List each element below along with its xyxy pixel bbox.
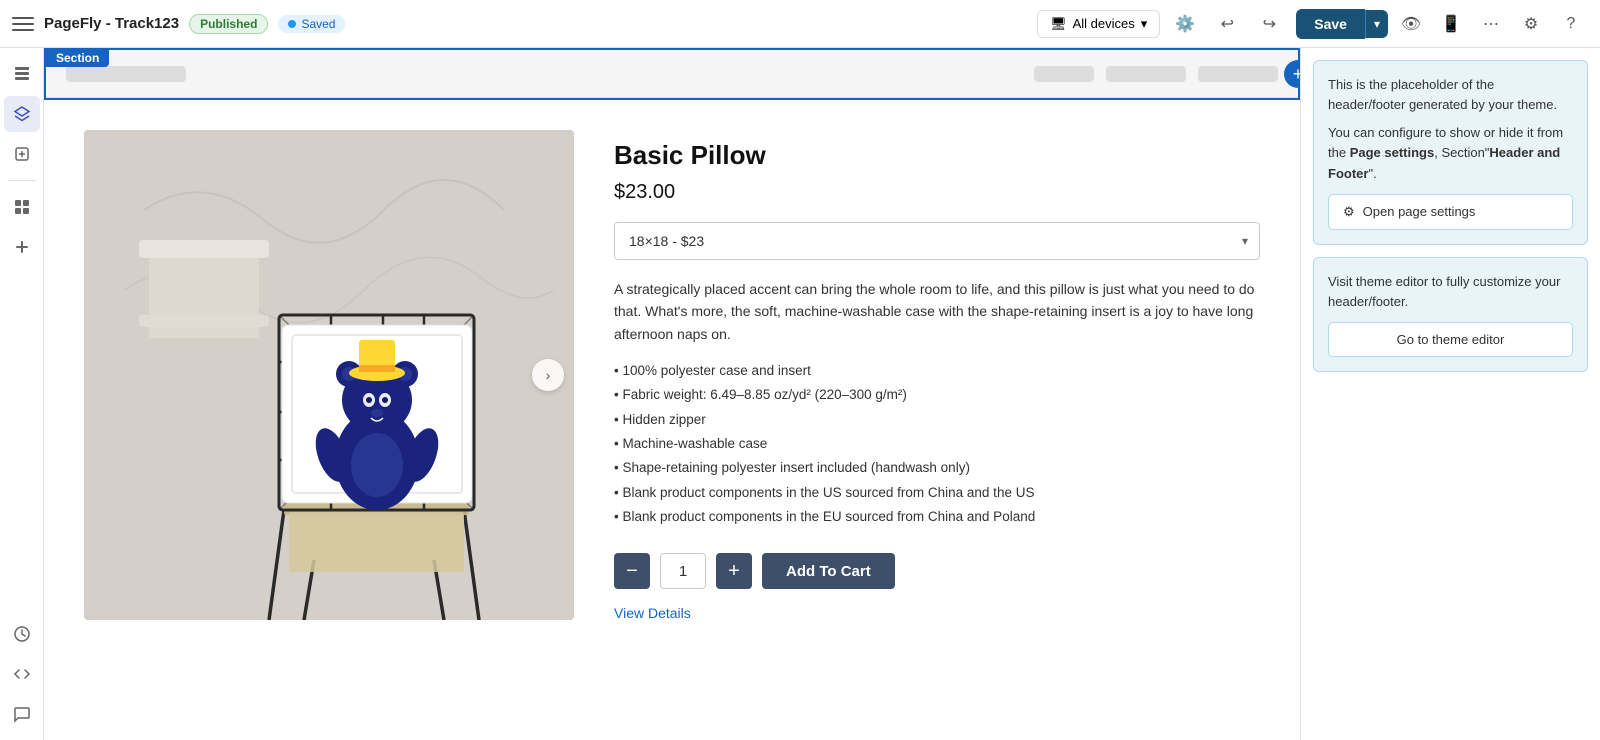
open-page-settings-btn[interactable]: ⚙ Open page settings [1328,194,1573,230]
theme-editor-text: Visit theme editor to fully customize yo… [1328,272,1573,312]
chevron-down-icon: ▾ [1141,16,1148,32]
feature-item: Blank product components in the US sourc… [614,481,1260,505]
header-section: Section + [44,48,1300,100]
feature-item: Blank product components in the EU sourc… [614,505,1260,529]
quantity-cart-row: − + Add To Cart [614,553,1260,589]
product-section: › Basic Pillow $23.00 18×18 - $23 ▾ A st… [44,100,1300,653]
info-card-header-footer: This is the placeholder of the header/fo… [1313,60,1588,245]
menu-icon[interactable] [12,13,34,35]
header-placeholder [46,50,1298,98]
redo-btn[interactable]: ↪ [1252,7,1286,41]
feature-item: Fabric weight: 6.49–8.85 oz/yd² (220–300… [614,383,1260,407]
view-details-link[interactable]: View Details [614,605,691,621]
save-button[interactable]: Save [1296,9,1365,39]
sidebar-divider [8,180,36,181]
quantity-minus-btn[interactable]: − [614,553,650,589]
saved-badge: Saved [278,15,345,33]
sidebar-item-shopify[interactable] [4,136,40,172]
sidebar-item-code[interactable] [4,656,40,692]
quantity-input[interactable] [660,553,706,589]
preview-btn[interactable]: 👁 [1394,7,1428,41]
product-features: 100% polyester case and insertFabric wei… [614,359,1260,529]
nav-left: PageFly - Track123 Published Saved [12,13,1027,35]
info-card-text2: You can configure to show or hide it fro… [1328,123,1573,183]
header-bar-1 [66,66,186,82]
help-btn[interactable]: ? [1554,7,1588,41]
go-to-theme-editor-btn[interactable]: Go to theme editor [1328,322,1573,357]
save-dropdown-arrow[interactable]: ▾ [1365,10,1388,38]
app-settings-btn[interactable]: ⚙ [1514,7,1548,41]
section-label: Section [46,49,109,67]
feature-item: Hidden zipper [614,408,1260,432]
gear-icon: ⚙ [1343,204,1355,220]
product-image [84,130,574,620]
top-navigation: PageFly - Track123 Published Saved 🖥 All… [0,0,1600,48]
sidebar-item-addons[interactable] [4,229,40,265]
app-title: PageFly - Track123 [44,15,179,32]
sidebar-item-pages[interactable] [4,56,40,92]
saved-dot [288,20,296,28]
add-to-cart-btn[interactable]: Add To Cart [762,553,895,589]
feature-item: 100% polyester case and insert [614,359,1260,383]
product-price: $23.00 [614,181,1260,204]
sidebar-item-layers[interactable] [4,96,40,132]
header-bar-3 [1106,66,1186,82]
device-icon: 🖥 [1050,16,1067,32]
product-info: Basic Pillow $23.00 18×18 - $23 ▾ A stra… [614,130,1260,623]
mobile-preview-btn[interactable]: 📱 [1434,7,1468,41]
sidebar-item-chat[interactable] [4,696,40,732]
page-canvas: Section + [44,48,1300,740]
quantity-plus-btn[interactable]: + [716,553,752,589]
variant-select-wrapper: 18×18 - $23 ▾ [614,222,1260,260]
nav-center: 🖥 All devices ▾ ⚙️ ↩ ↪ [1037,7,1286,41]
feature-item: Shape-retaining polyester insert include… [614,456,1260,480]
settings-panel-btn[interactable]: ⚙️ [1168,7,1202,41]
product-title: Basic Pillow [614,140,1260,171]
sidebar-item-history[interactable] [4,616,40,652]
feature-item: Machine-washable case [614,432,1260,456]
published-badge: Published [189,14,268,34]
header-bar-2 [1034,66,1094,82]
variant-select[interactable]: 18×18 - $23 [614,222,1260,260]
device-selector[interactable]: 🖥 All devices ▾ [1037,10,1160,38]
theme-editor-card: Visit theme editor to fully customize yo… [1313,257,1588,372]
info-card-text1: This is the placeholder of the header/fo… [1328,75,1573,115]
product-image-container: › [84,130,574,620]
canvas-area[interactable]: Section + [44,48,1300,740]
undo-btn[interactable]: ↩ [1210,7,1244,41]
right-panel: This is the placeholder of the header/fo… [1300,48,1600,740]
left-sidebar [0,48,44,740]
sidebar-item-elements[interactable] [4,189,40,225]
nav-right: Save ▾ 👁 📱 ⋯ ⚙ ? [1296,7,1588,41]
save-button-group: Save ▾ [1296,9,1388,39]
carousel-next-btn[interactable]: › [532,359,564,391]
product-description: A strategically placed accent can bring … [614,278,1260,345]
more-options-btn[interactable]: ⋯ [1474,7,1508,41]
main-area: Section + [0,48,1600,740]
header-bar-4 [1198,66,1278,82]
